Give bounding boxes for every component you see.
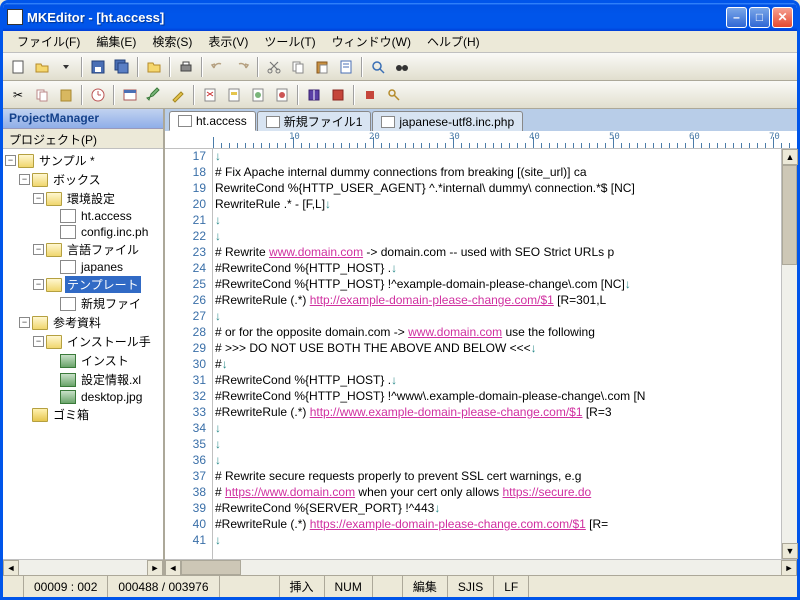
menu-help[interactable]: ヘルプ(H) [419,31,488,52]
doc-mark-icon[interactable] [223,84,245,106]
book-icon[interactable] [303,84,325,106]
tree-lang[interactable]: −言語ファイル [5,240,161,259]
cut-button[interactable] [263,56,285,78]
pencil-icon[interactable] [143,84,165,106]
window: MKEditor - [ht.access] – □ ✕ ファイル(F) 編集(… [0,0,800,600]
status-encoding: SJIS [448,576,494,597]
stop-icon[interactable] [359,84,381,106]
close-button[interactable]: ✕ [772,7,793,28]
menu-window[interactable]: ウィンドウ(W) [324,31,419,52]
line-gutter: 1718192021222324252627282930313233343536… [165,149,213,559]
search-button[interactable] [367,56,389,78]
file-icon [381,116,395,128]
tab-label: ht.access [196,114,247,128]
redo-button[interactable] [231,56,253,78]
menu-file[interactable]: ファイル(F) [9,31,88,52]
tree-box[interactable]: −ボックス [5,170,161,189]
binoculars-icon[interactable] [391,56,413,78]
maximize-button[interactable]: □ [749,7,770,28]
project-tree[interactable]: −サンプル * −ボックス −環境設定 ht.access config.inc… [3,149,163,559]
tool-cut-icon[interactable]: ✂ [7,84,29,106]
editor-vscroll[interactable]: ▲▼ [781,149,797,559]
minimize-button[interactable]: – [726,7,747,28]
file-icon [266,116,280,128]
code-content[interactable]: ↓# Fix Apache internal dummy connections… [213,149,781,559]
window-icon[interactable] [119,84,141,106]
tree-env[interactable]: −環境設定 [5,189,161,208]
status-pos: 00009 : 002 [24,576,108,597]
menu-tool[interactable]: ツール(T) [256,31,323,52]
tab-0[interactable]: ht.access [169,111,256,131]
tree-htaccess[interactable]: ht.access [5,208,161,224]
main-area: ProjectManager プロジェクト(P) −サンプル * −ボックス −… [3,109,797,575]
key-icon[interactable] [383,84,405,106]
toolbar-secondary: ✂ [3,81,797,109]
copy-button[interactable] [287,56,309,78]
tree-root[interactable]: −サンプル * [5,151,161,170]
tool-copy2-icon[interactable] [31,84,53,106]
file-icon [178,115,192,127]
tree-setinfo[interactable]: 設定情報.xl [5,370,161,389]
sidebar-hscroll[interactable]: ◄► [3,559,163,575]
status-insert: 挿入 [280,576,325,597]
doc-x-icon[interactable] [199,84,221,106]
editor-tabs: ht.access 新規ファイル1 japanese-utf8.inc.php [165,109,797,131]
tree-desktop[interactable]: desktop.jpg [5,389,161,405]
tab-1[interactable]: 新規ファイル1 [257,111,372,131]
tree-config[interactable]: config.inc.ph [5,224,161,240]
window-title: MKEditor - [ht.access] [27,10,726,25]
new-file-button[interactable] [7,56,29,78]
pencil2-icon[interactable] [167,84,189,106]
editor-area: ht.access 新規ファイル1 japanese-utf8.inc.php 10… [165,109,797,575]
menubar: ファイル(F) 編集(E) 検索(S) 表示(V) ツール(T) ウィンドウ(W… [3,31,797,53]
print-button[interactable] [175,56,197,78]
titlebar[interactable]: MKEditor - [ht.access] – □ ✕ [3,3,797,31]
undo-button[interactable] [207,56,229,78]
book2-icon[interactable] [327,84,349,106]
tab-2[interactable]: japanese-utf8.inc.php [372,111,523,131]
status-edit: 編集 [403,576,448,597]
tree-ref[interactable]: −参考資料 [5,313,161,332]
app-icon [7,9,23,25]
status-lineending: LF [494,576,529,597]
tree-instfile[interactable]: インスト [5,351,161,370]
tree-trash[interactable]: ゴミ箱 [5,405,161,424]
ruler: 1020304050607080 [165,131,797,149]
status-lines: 000488 / 003976 [108,576,219,597]
status-num: NUM [325,576,373,597]
tree-japanes[interactable]: japanes [5,259,161,275]
clock-icon[interactable] [87,84,109,106]
doc-g-icon[interactable] [247,84,269,106]
dropdown-icon[interactable] [55,56,77,78]
toolbar-main [3,53,797,81]
tab-label: japanese-utf8.inc.php [399,115,514,129]
doc-button[interactable] [335,56,357,78]
save-all-button[interactable] [111,56,133,78]
tree-template[interactable]: −テンプレート [5,275,161,294]
sidebar-project-menu[interactable]: プロジェクト(P) [3,129,163,149]
menu-view[interactable]: 表示(V) [200,31,256,52]
save-button[interactable] [87,56,109,78]
sidebar-title: ProjectManager [3,109,163,129]
statusbar: 00009 : 002 000488 / 003976 挿入 NUM 編集 SJ… [3,575,797,597]
menu-edit[interactable]: 編集(E) [88,31,144,52]
open-button[interactable] [31,56,53,78]
tree-install[interactable]: −インストール手 [5,332,161,351]
menu-search[interactable]: 検索(S) [144,31,200,52]
tree-newfile[interactable]: 新規ファイ [5,294,161,313]
doc-r-icon[interactable] [271,84,293,106]
editor-hscroll[interactable]: ◄► [165,559,797,575]
paste-button[interactable] [311,56,333,78]
folder-button[interactable] [143,56,165,78]
sidebar: ProjectManager プロジェクト(P) −サンプル * −ボックス −… [3,109,165,575]
tab-label: 新規ファイル1 [284,113,363,130]
tool-paste2-icon[interactable] [55,84,77,106]
